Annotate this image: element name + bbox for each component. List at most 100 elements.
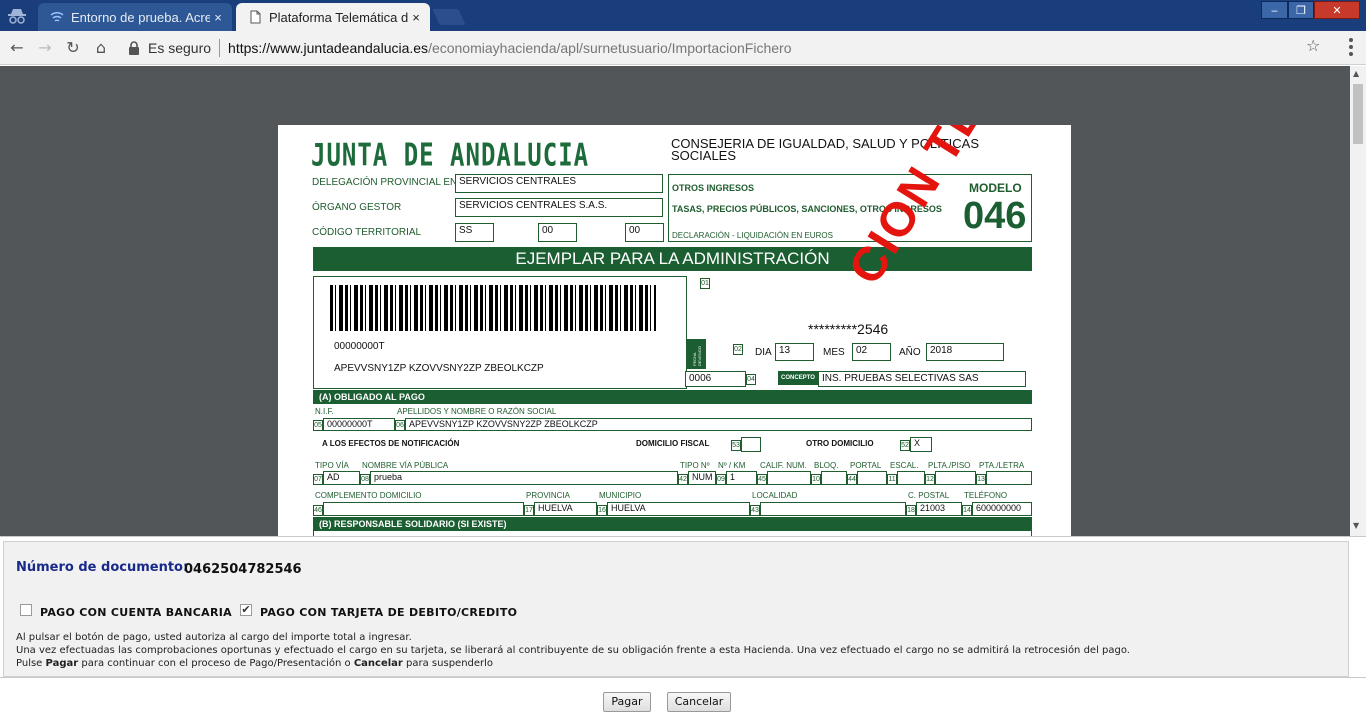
- dia-field: 13: [775, 343, 814, 361]
- tab-title: Entorno de prueba. Acre: [71, 9, 210, 25]
- planta-label: PLTA./PISO: [928, 461, 971, 470]
- provincia-label: PROVINCIA: [526, 491, 571, 500]
- barcode-nif: 00000000T: [334, 341, 385, 352]
- delegacion-field: SERVICIOS CENTRALES: [455, 174, 663, 193]
- scroll-up-icon[interactable]: ▲: [1353, 69, 1359, 78]
- telefono-field: 600000000: [972, 502, 1032, 516]
- document-icon: [250, 10, 261, 24]
- cpostal-label: C. POSTAL: [908, 491, 950, 500]
- calif-label: CALIF. NUM.: [760, 461, 807, 470]
- declaracion-label: DECLARACIÓN - LIQUIDACIÓN EN EUROS: [672, 231, 833, 240]
- portal-label: PORTAL: [850, 461, 882, 470]
- field-number: 52: [900, 440, 910, 451]
- menu-dots-icon[interactable]: [1342, 37, 1360, 57]
- doc-number-label: Número de documento:: [16, 560, 189, 575]
- bloq-label: BLOQ.: [814, 461, 839, 470]
- provincia-field: HUELVA: [534, 502, 597, 516]
- window-close-button[interactable]: ✕: [1314, 1, 1360, 19]
- calif-field: [767, 471, 811, 485]
- pagar-emphasis: Pagar: [45, 658, 79, 669]
- pay-bank-checkbox[interactable]: [20, 604, 32, 616]
- otros-ingresos: OTROS INGRESOS: [672, 183, 755, 193]
- field-number: 44: [847, 474, 857, 485]
- section-a-header: (A) OBLIGADO AL PAGO: [313, 390, 1032, 404]
- num-km-label: Nº / KM: [718, 461, 746, 470]
- field-number: 02: [733, 344, 743, 355]
- new-tab-button[interactable]: [432, 9, 466, 25]
- field-number: 08: [360, 474, 370, 485]
- tab-close-icon[interactable]: ×: [210, 10, 226, 25]
- pdf-page: JUNTA DE ANDALUCIA CONSEJERIA DE IGUALDA…: [278, 125, 1071, 536]
- modelo-label: MODELO: [969, 181, 1022, 195]
- notificacion-label: A LOS EFECTOS DE NOTIFICACIÓN: [322, 439, 460, 448]
- back-arrow-icon[interactable]: ←: [6, 37, 28, 59]
- field-number: 07: [313, 474, 323, 485]
- field-number: 05: [313, 420, 323, 431]
- cancelar-button[interactable]: Cancelar: [667, 692, 731, 712]
- field-number: 53: [731, 440, 741, 451]
- field-number: 18: [906, 505, 916, 516]
- payment-panel: Número de documento: 0462504782546 PAGO …: [0, 536, 1366, 678]
- barcode-box: 00000000T APEVVSNY1ZP KZOVVSNY2ZP ZBEOLK…: [313, 276, 687, 389]
- cpostal-field: 21003: [916, 502, 962, 516]
- field-number: 04: [746, 374, 756, 385]
- domicilio-fiscal-check: [741, 437, 761, 452]
- field-number: 09: [716, 474, 726, 485]
- pay-bank-label[interactable]: PAGO CON CUENTA BANCARIA: [40, 606, 232, 619]
- tab-close-icon[interactable]: ×: [408, 10, 424, 25]
- tipo-num-label: TIPO Nº: [680, 461, 710, 470]
- field-number: 43: [750, 505, 760, 516]
- escal-field: [897, 471, 925, 485]
- scroll-thumb[interactable]: [1353, 84, 1363, 144]
- pay-card-label[interactable]: PAGO CON TARJETA DE DEBITO/CREDITO: [260, 606, 517, 619]
- scroll-down-icon[interactable]: ▼: [1353, 521, 1359, 530]
- browser-toolbar: ← → ↻ ⌂ Es seguro https://www.juntadeand…: [0, 31, 1366, 65]
- field-number: 11: [887, 474, 897, 485]
- address-bar[interactable]: Es seguro https://www.juntadeandalucia.e…: [120, 35, 1332, 61]
- dia-label: DIA: [755, 347, 772, 358]
- incognito-icon: [8, 9, 26, 24]
- organo-field: SERVICIOS CENTRALES S.A.S.: [455, 198, 663, 217]
- code-field: 0006: [685, 371, 746, 387]
- barcode-image: [330, 285, 656, 331]
- payment-info-box: Número de documento: 0462504782546 PAGO …: [3, 541, 1349, 677]
- tipo-via-label: TIPO VÍA: [315, 461, 349, 470]
- pay-card-checkbox[interactable]: ✔: [240, 604, 252, 616]
- masked-number: *********2546: [808, 321, 889, 337]
- bloq-field: [821, 471, 847, 485]
- bookmark-star-icon[interactable]: ☆: [1306, 36, 1320, 55]
- home-icon[interactable]: ⌂: [90, 37, 112, 59]
- tipo-via-field: AD: [323, 471, 360, 485]
- anio-field: 2018: [926, 343, 1004, 361]
- wifi-icon: [50, 11, 64, 22]
- otro-domicilio-label: OTRO DOMICILIO: [806, 439, 874, 448]
- pdf-scrollbar[interactable]: ▲ ▼: [1350, 66, 1366, 536]
- pagar-button[interactable]: Pagar: [603, 692, 651, 712]
- lock-icon: [129, 41, 139, 55]
- browser-titlebar: Entorno de prueba. Acre × Plataforma Tel…: [0, 0, 1366, 31]
- maximize-button[interactable]: ❐: [1288, 1, 1314, 19]
- codigo-label: CÓDIGO TERRITORIAL: [312, 227, 422, 238]
- url-path: /economiayhacienda/apl/surnetusuario/Imp…: [428, 40, 792, 56]
- localidad-field: [760, 502, 906, 516]
- puerta-field: [986, 471, 1032, 485]
- escal-label: ESCAL.: [890, 461, 919, 470]
- complemento-label: COMPLEMENTO DOMICILIO: [315, 491, 422, 500]
- info-line-1: Al pulsar el botón de pago, usted autori…: [16, 632, 412, 643]
- codigo-field: 00: [625, 223, 664, 242]
- info-line-3: Pulse Pagar para continuar con el proces…: [16, 658, 494, 669]
- doc-number-value: 0462504782546: [184, 562, 302, 577]
- field-number: 17: [524, 505, 534, 516]
- field-number: 16: [597, 505, 607, 516]
- nif-label: N.I.F.: [315, 407, 334, 416]
- codigo-field: SS: [455, 223, 494, 242]
- reload-icon[interactable]: ↻: [62, 37, 84, 59]
- planta-field: [935, 471, 976, 485]
- tab-entorno-prueba[interactable]: Entorno de prueba. Acre ×: [38, 3, 232, 31]
- otro-domicilio-check: X: [910, 437, 932, 452]
- minimize-button[interactable]: ‒: [1261, 1, 1288, 19]
- divider: [219, 39, 221, 57]
- forward-arrow-icon[interactable]: →: [34, 37, 56, 59]
- modelo-number: 046: [963, 195, 1027, 237]
- tab-plataforma-telematica[interactable]: Plataforma Telemática de ×: [236, 3, 430, 31]
